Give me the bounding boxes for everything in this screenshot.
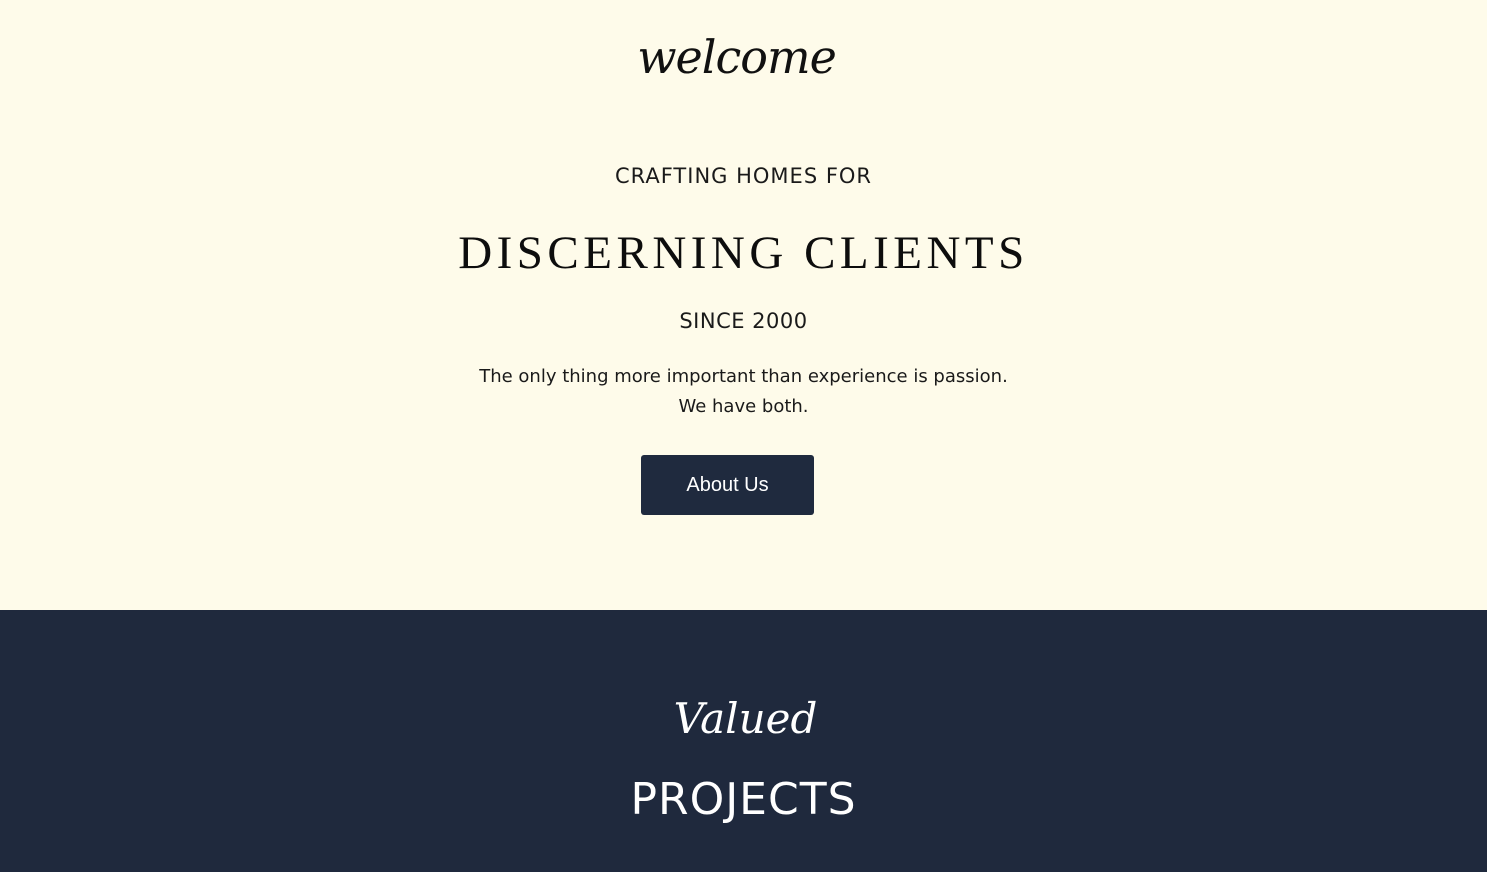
valued-script-heading: Valued [673,694,818,743]
welcome-script-heading: welcome [637,30,837,84]
hero-tagline: The only thing more important than exper… [0,362,1487,422]
hero-section: welcome CRAFTING HOMES FOR DISCERNING CL… [0,0,1487,610]
projects-title: PROJECTS [630,774,857,825]
tagline-line-1: The only thing more important than exper… [479,366,1008,387]
tagline-line-2: We have both. [678,396,809,417]
hero-eyebrow: CRAFTING HOMES FOR [614,164,873,188]
about-us-button[interactable]: About Us [641,455,814,515]
hero-title: DISCERNING CLIENTS [458,227,1029,279]
hero-subtitle: SINCE 2000 [679,309,808,333]
projects-section: Valued PROJECTS [0,610,1487,872]
